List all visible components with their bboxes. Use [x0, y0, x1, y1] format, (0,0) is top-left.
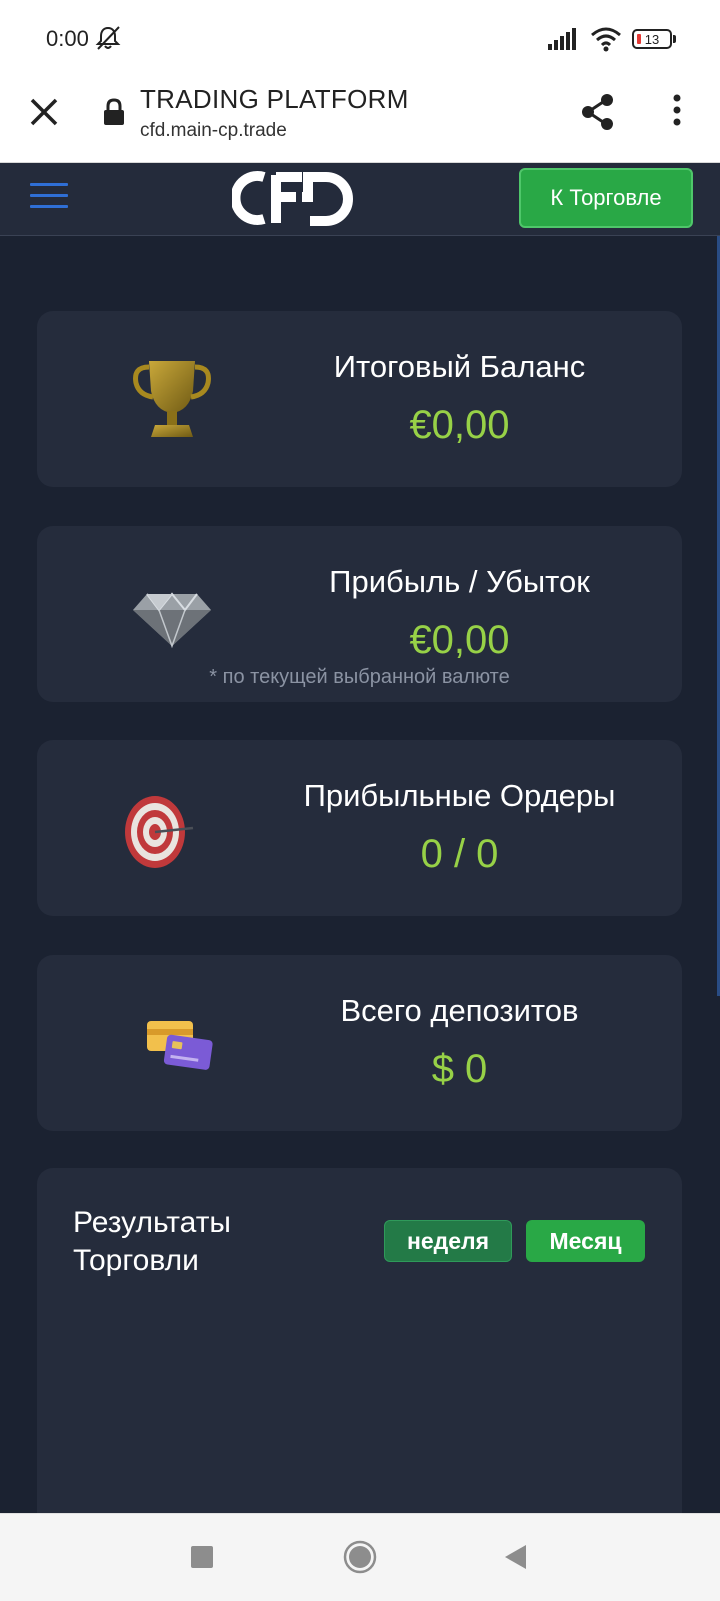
lock-icon	[104, 98, 124, 125]
system-nav-bar	[0, 1513, 720, 1601]
profitable-orders-card: Прибыльные Ордеры 0 / 0	[37, 740, 682, 916]
total-balance-card: Итоговый Баланс €0,00	[37, 311, 682, 487]
credit-cards-icon	[147, 1021, 213, 1070]
status-bar: 0:00 13	[0, 0, 720, 78]
card-title: Итоговый Баланс	[333, 349, 586, 384]
to-trading-button[interactable]: К Торговле	[519, 168, 693, 228]
currency-note: * по текущей выбранной валюте	[209, 666, 510, 688]
month-filter-button[interactable]: Месяц	[526, 1220, 645, 1262]
notifications-muted-icon	[95, 26, 121, 50]
trading-results-panel: Результаты Торговли неделя Месяц	[37, 1168, 682, 1528]
status-indicators: 13	[548, 24, 676, 54]
card-value: 0 / 0	[420, 832, 499, 876]
browser-toolbar: TRADING PLATFORM cfd.main-cp.trade	[0, 78, 720, 163]
hamburger-menu-icon[interactable]	[30, 183, 68, 217]
more-options-icon[interactable]	[662, 92, 692, 132]
cfd-logo[interactable]	[232, 167, 362, 229]
app-header: К Торговле	[0, 163, 720, 236]
page-url[interactable]: cfd.main-cp.trade	[140, 120, 287, 142]
card-value: €0,00	[409, 618, 510, 662]
total-deposits-card: Всего депозитов $ 0	[37, 955, 682, 1131]
close-icon[interactable]	[26, 94, 62, 130]
target-icon	[125, 796, 194, 868]
battery-level: 13	[644, 31, 660, 47]
back-icon[interactable]	[502, 1542, 528, 1572]
diamond-icon	[133, 592, 211, 649]
status-time: 0:00	[46, 26, 89, 51]
profit-loss-card: Прибыль / Убыток €0,00 * по текущей выбр…	[37, 526, 682, 702]
card-value: $ 0	[431, 1047, 488, 1091]
trophy-icon	[133, 361, 211, 437]
battery-icon: 13	[632, 29, 676, 49]
card-title: Прибыль / Убыток	[329, 564, 590, 599]
page-title[interactable]: TRADING PLATFORM	[140, 84, 409, 115]
card-title: Прибыльные Ордеры	[303, 778, 616, 813]
card-title: Всего депозитов	[340, 993, 579, 1028]
trading-results-title: Результаты Торговли	[73, 1206, 231, 1277]
wifi-icon	[591, 27, 621, 52]
signal-icon	[548, 28, 576, 50]
week-filter-button[interactable]: неделя	[384, 1220, 512, 1262]
home-icon[interactable]	[343, 1540, 377, 1574]
recent-apps-icon[interactable]	[191, 1546, 213, 1568]
share-icon[interactable]	[578, 92, 618, 132]
card-value: €0,00	[409, 403, 510, 447]
